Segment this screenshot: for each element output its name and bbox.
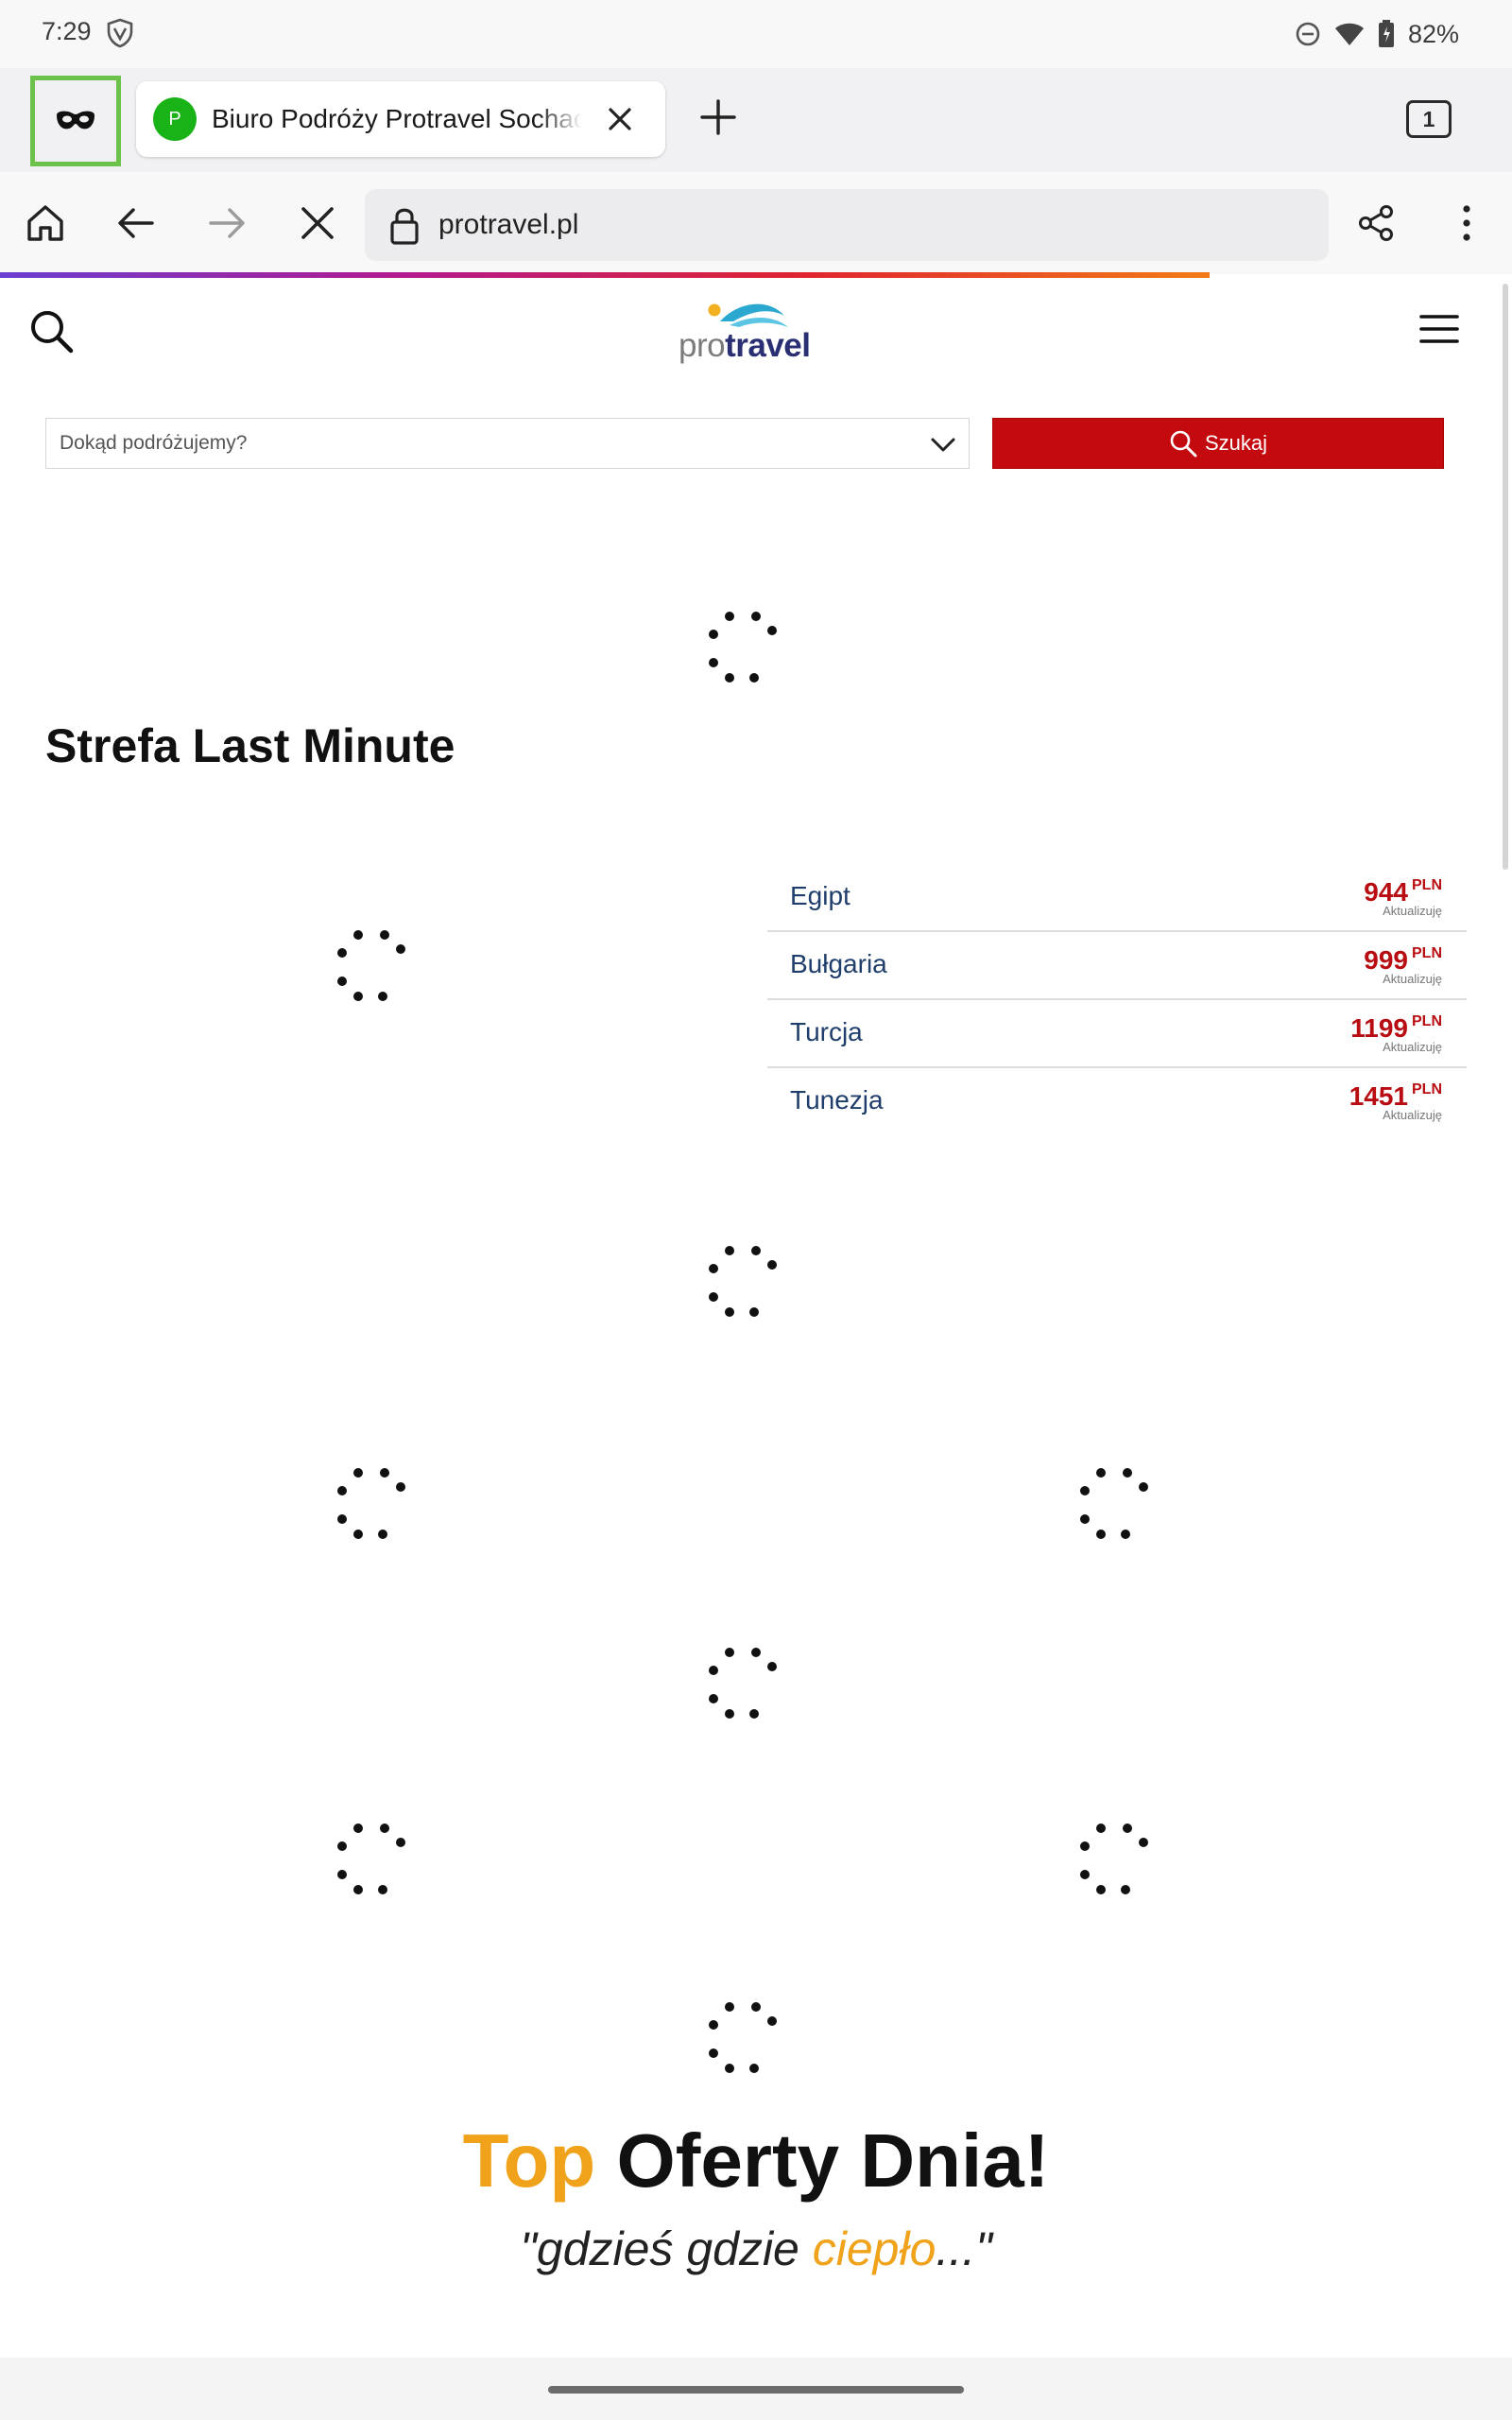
price-value: 1451 bbox=[1349, 1081, 1408, 1111]
home-gesture-bar[interactable] bbox=[548, 2386, 964, 2394]
battery-icon bbox=[1378, 20, 1394, 47]
arrow-right-icon bbox=[209, 208, 245, 238]
price-currency: PLN bbox=[1412, 1013, 1442, 1029]
arrow-left-icon bbox=[118, 208, 154, 238]
destination-price: 944 PLN Aktualizuję bbox=[1364, 877, 1442, 918]
navigation-toolbar: protravel.pl bbox=[0, 172, 1512, 274]
plus-icon bbox=[700, 99, 736, 135]
more-menu-button[interactable] bbox=[1444, 200, 1489, 246]
protravel-logo[interactable]: protravel bbox=[673, 295, 815, 372]
last-minute-item[interactable]: Egipt 944 PLN Aktualizuję bbox=[767, 864, 1467, 932]
close-tab-button[interactable] bbox=[599, 98, 641, 140]
destination-country[interactable]: Turcja bbox=[790, 1017, 863, 1047]
share-button[interactable] bbox=[1353, 200, 1399, 246]
more-vertical-icon bbox=[1463, 205, 1470, 241]
web-page: protravel Dokąd podróżujemy? Szukaj Stre… bbox=[0, 278, 1512, 2358]
subtitle-open: "gdzieś gdzie bbox=[520, 2222, 813, 2275]
top-offers-title-rest: Oferty Dnia! bbox=[595, 2118, 1050, 2203]
forward-button[interactable] bbox=[204, 200, 249, 246]
price-value: 944 bbox=[1364, 877, 1408, 907]
gesture-navigation-area bbox=[0, 2358, 1512, 2420]
destination-select[interactable]: Dokąd podróżujemy? bbox=[45, 418, 970, 469]
search-icon[interactable] bbox=[26, 306, 76, 355]
last-minute-item[interactable]: Turcja 1199 PLN Aktualizuję bbox=[767, 1000, 1467, 1068]
battery-percent: 82% bbox=[1407, 19, 1459, 48]
status-time: 7:29 bbox=[42, 17, 92, 45]
private-mode-button[interactable] bbox=[30, 76, 121, 166]
destination-country[interactable]: Egipt bbox=[790, 881, 850, 911]
loading-spinner-icon bbox=[337, 930, 405, 1001]
logo-wordmark: protravel bbox=[679, 327, 811, 365]
loading-spinner-icon bbox=[337, 1824, 405, 1894]
share-icon bbox=[1359, 205, 1393, 241]
destination-price: 1451 PLN Aktualizuję bbox=[1349, 1081, 1442, 1122]
destination-price: 999 PLN Aktualizuję bbox=[1364, 945, 1442, 986]
status-icons: 82% bbox=[1295, 15, 1459, 53]
loading-spinner-icon bbox=[709, 1648, 777, 1719]
last-minute-list: Egipt 944 PLN Aktualizuję Bułgaria 999 PLN… bbox=[767, 864, 1467, 1136]
chevron-down-icon bbox=[931, 438, 955, 452]
url-text[interactable]: protravel.pl bbox=[438, 208, 578, 242]
status-bar: 7:29 82% bbox=[0, 0, 1512, 68]
tab-favicon: P bbox=[153, 97, 197, 141]
price-value: 1199 bbox=[1350, 1013, 1408, 1043]
destination-placeholder: Dokąd podróżujemy? bbox=[60, 432, 248, 454]
home-button[interactable] bbox=[23, 200, 68, 246]
subtitle-close: ..." bbox=[936, 2222, 992, 2275]
price-currency: PLN bbox=[1412, 1081, 1442, 1098]
tab-counter-button[interactable]: 1 bbox=[1406, 100, 1452, 138]
last-minute-title: Strefa Last Minute bbox=[45, 719, 455, 772]
loading-spinner-icon bbox=[709, 2002, 777, 2073]
search-button-label: Szukaj bbox=[1204, 431, 1268, 455]
tab-protravel[interactable]: P Biuro Podróży Protravel Sochaczew bbox=[136, 81, 665, 157]
price-currency: PLN bbox=[1412, 945, 1442, 961]
top-offers-subtitle: "gdzieś gdzie ciepło..." bbox=[0, 2221, 1512, 2276]
url-bar[interactable]: protravel.pl bbox=[365, 189, 1329, 261]
hamburger-menu-icon[interactable] bbox=[1418, 310, 1461, 348]
loading-spinner-icon bbox=[337, 1468, 405, 1539]
page-scrollbar[interactable] bbox=[1503, 284, 1508, 870]
wifi-icon bbox=[1334, 23, 1364, 45]
back-button[interactable] bbox=[113, 200, 159, 246]
logo-text-pro: pro bbox=[679, 327, 726, 364]
destination-country[interactable]: Tunezja bbox=[790, 1085, 884, 1115]
close-icon bbox=[301, 207, 334, 239]
search-button[interactable]: Szukaj bbox=[992, 418, 1444, 469]
top-offers-title: Top Oferty Dnia! bbox=[0, 2118, 1512, 2204]
tab-strip: P Biuro Podróży Protravel Sochaczew 1 bbox=[0, 68, 1512, 172]
destination-country[interactable]: Bułgaria bbox=[790, 949, 887, 979]
last-minute-item[interactable]: Tunezja 1451 PLN Aktualizuję bbox=[767, 1068, 1467, 1136]
mask-icon bbox=[57, 111, 94, 130]
stop-loading-button[interactable] bbox=[295, 200, 340, 246]
close-icon bbox=[609, 108, 631, 130]
home-icon bbox=[27, 205, 63, 241]
new-tab-button[interactable] bbox=[696, 95, 741, 140]
vpn-shield-icon bbox=[107, 18, 133, 48]
top-offers-title-accent: Top bbox=[462, 2118, 596, 2203]
destination-price: 1199 PLN Aktualizuję bbox=[1350, 1013, 1442, 1054]
loading-spinner-icon bbox=[709, 612, 777, 683]
last-minute-item[interactable]: Bułgaria 999 PLN Aktualizuję bbox=[767, 932, 1467, 1000]
loading-spinner-icon bbox=[709, 1246, 777, 1317]
price-value: 999 bbox=[1364, 945, 1408, 975]
do-not-disturb-icon bbox=[1296, 22, 1320, 46]
lock-icon[interactable] bbox=[384, 204, 425, 246]
price-currency: PLN bbox=[1412, 877, 1442, 893]
search-icon bbox=[1170, 430, 1197, 458]
logo-text-travel: travel bbox=[725, 327, 811, 364]
loading-spinner-icon bbox=[1080, 1468, 1148, 1539]
tab-title: Biuro Podróży Protravel Sochaczew bbox=[212, 104, 582, 133]
subtitle-accent: ciepło bbox=[812, 2222, 936, 2275]
loading-spinner-icon bbox=[1080, 1824, 1148, 1894]
